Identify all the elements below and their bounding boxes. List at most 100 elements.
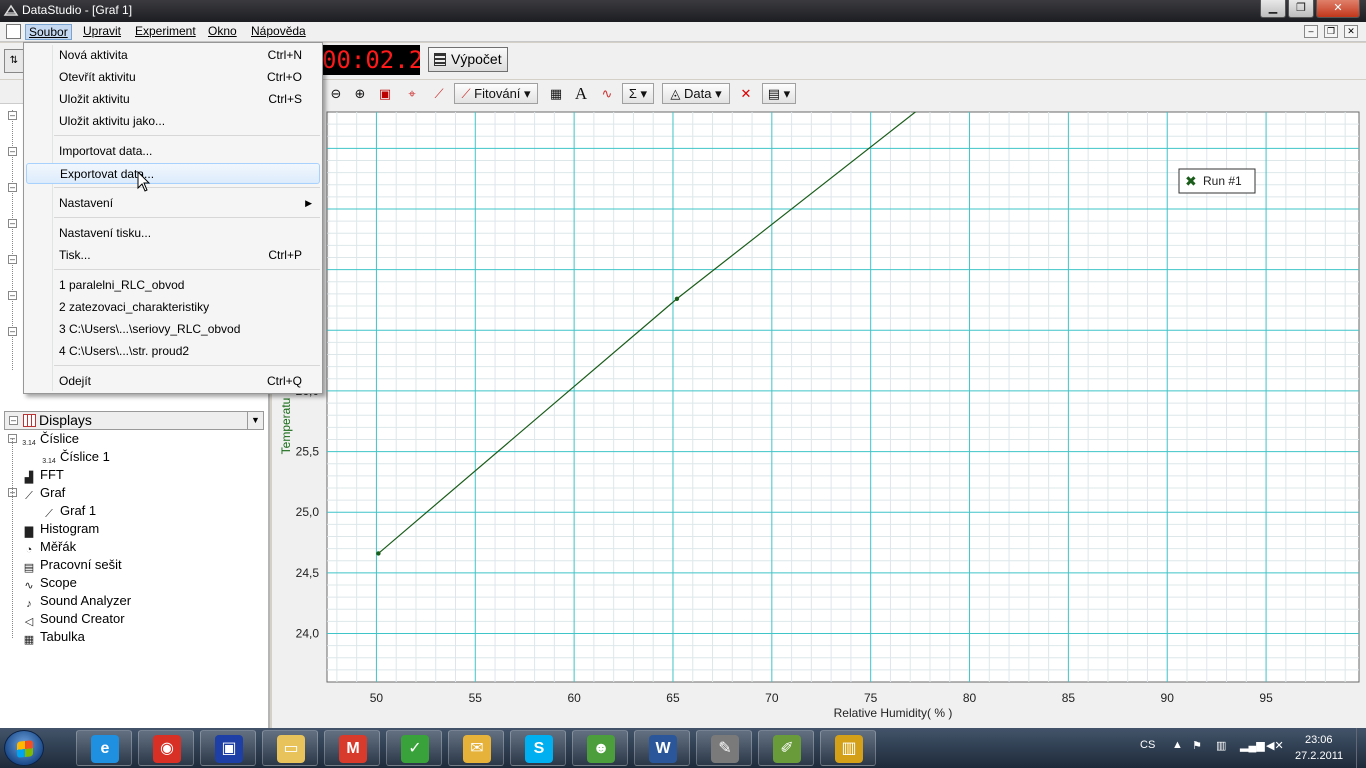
display-item[interactable]: ▟ FFT bbox=[22, 466, 64, 484]
datastudio-app-icon[interactable] bbox=[3, 3, 19, 19]
taskbar-app[interactable]: ✐ bbox=[758, 730, 814, 766]
menu-napoveda[interactable]: Nápověda bbox=[248, 24, 309, 40]
display-item[interactable]: ▇ Histogram bbox=[22, 520, 99, 538]
display-item[interactable]: 3.14 Číslice 1 bbox=[42, 448, 110, 465]
display-item[interactable]: ▤ Pracovní sešit bbox=[22, 556, 122, 574]
close-button[interactable]: ✕ bbox=[1316, 0, 1360, 18]
network-icon[interactable]: ▂▄▆ bbox=[1240, 739, 1265, 752]
display-item[interactable]: ∿ Scope bbox=[22, 574, 76, 592]
display-item[interactable]: 3.14 Číslice bbox=[22, 430, 79, 447]
file-menu-item[interactable]: 1 paralelni_RLC_obvod bbox=[26, 275, 320, 296]
zoom-select-icon[interactable]: ⊕ bbox=[350, 83, 370, 104]
start-button[interactable] bbox=[4, 730, 44, 766]
display-item[interactable]: ⟋ Graf 1 bbox=[42, 502, 96, 520]
table-icon: ▦ bbox=[23, 634, 35, 646]
timer-display: 00:02.2 bbox=[322, 45, 420, 75]
taskbar-app[interactable]: ◉ bbox=[138, 730, 194, 766]
taskbar-app[interactable]: M bbox=[324, 730, 380, 766]
display-item[interactable]: ♪ Sound Analyzer bbox=[22, 592, 131, 610]
x-tick-label: 70 bbox=[765, 691, 779, 705]
smart-tool-icon[interactable]: ⌖ bbox=[402, 83, 422, 104]
display-item[interactable]: ◁ Sound Creator bbox=[22, 610, 125, 628]
file-menu-item[interactable]: Uložit aktivitu Ctrl+S bbox=[26, 89, 320, 110]
file-menu-item[interactable]: Odejít Ctrl+Q bbox=[26, 371, 320, 392]
data-dropdown[interactable]: ◬ Data ▾ bbox=[662, 83, 730, 104]
file-menu-item[interactable]: 4 C:\Users\...\str. proud2 bbox=[26, 341, 320, 362]
displays-expander[interactable]: – bbox=[9, 416, 18, 425]
data-tree-expander[interactable]: – bbox=[8, 255, 17, 264]
data-tree-expander[interactable]: – bbox=[8, 219, 17, 228]
show-hidden-icons-icon[interactable]: ▲ bbox=[1172, 739, 1183, 751]
file-menu-item[interactable]: Importovat data... bbox=[26, 141, 320, 162]
volume-muted-icon[interactable]: ◀✕ bbox=[1266, 739, 1284, 752]
action-center-flag-icon[interactable]: ⚑ bbox=[1192, 739, 1202, 752]
file-menu-item[interactable]: Tisk... Ctrl+P bbox=[26, 245, 320, 266]
taskbar-app[interactable]: ▣ bbox=[200, 730, 256, 766]
taskbar-app[interactable]: ✉ bbox=[448, 730, 504, 766]
clock-time[interactable]: 23:06 bbox=[1305, 734, 1333, 746]
calculator-icon[interactable]: ▦ bbox=[546, 83, 566, 104]
setup-button[interactable]: ⇅ bbox=[4, 49, 24, 73]
zoom-out-icon[interactable]: ⊖ bbox=[326, 83, 346, 104]
display-item[interactable]: ◔ Měřák bbox=[22, 538, 76, 556]
menu-soubor[interactable]: Soubor bbox=[25, 24, 72, 40]
menu-okno[interactable]: Okno bbox=[205, 24, 240, 40]
remove-icon[interactable]: ✕ bbox=[736, 83, 756, 104]
file-menu-item[interactable]: Nastavení ▶ bbox=[26, 193, 320, 214]
file-menu-item[interactable]: Nová aktivita Ctrl+N bbox=[26, 45, 320, 66]
data-point[interactable] bbox=[376, 551, 381, 556]
file-menu-item[interactable]: Exportovat data... bbox=[26, 163, 320, 184]
menu-separator bbox=[54, 365, 320, 366]
calculate-button[interactable]: Výpočet bbox=[428, 47, 508, 72]
taskbar-app[interactable]: ▭ bbox=[262, 730, 318, 766]
child-restore-button[interactable]: ❐ bbox=[1324, 25, 1338, 38]
taskbar-app[interactable]: ✓ bbox=[386, 730, 442, 766]
taskbar-app[interactable]: S bbox=[510, 730, 566, 766]
file-menu-item-label: Otevřít aktivitu bbox=[59, 70, 136, 84]
calculate-button-label: Výpočet bbox=[451, 51, 502, 67]
file-menu-item[interactable]: 3 C:\Users\...\seriovy_RLC_obvod bbox=[26, 319, 320, 340]
file-menu-item[interactable]: Otevřít aktivitu Ctrl+O bbox=[26, 67, 320, 88]
document-menu-icon[interactable] bbox=[6, 24, 21, 39]
display-item[interactable]: ⟋ Graf bbox=[22, 484, 65, 502]
menu-upravit[interactable]: Upravit bbox=[80, 24, 124, 40]
displays-dropdown-button[interactable]: ▼ bbox=[247, 412, 263, 429]
data-tree-expander[interactable]: – bbox=[8, 111, 17, 120]
lock-icon[interactable]: ▣ bbox=[374, 83, 396, 104]
child-minimize-button[interactable]: – bbox=[1304, 25, 1318, 38]
taskbar-app[interactable]: ▥ bbox=[820, 730, 876, 766]
taskbar-app[interactable]: ☻ bbox=[572, 730, 628, 766]
file-menu-item[interactable]: Nastavení tisku... bbox=[26, 223, 320, 244]
taskbar-app[interactable]: e bbox=[76, 730, 132, 766]
menu-experiment[interactable]: Experiment bbox=[132, 24, 199, 40]
statistics-dropdown[interactable]: Σ ▾ bbox=[622, 83, 654, 104]
annotation-icon[interactable]: A bbox=[570, 83, 592, 104]
graph-settings-dropdown[interactable]: ▤ ▾ bbox=[762, 83, 796, 104]
humidity-temperature-chart[interactable]: 5055606570758085909524,024,525,025,526,0… bbox=[272, 106, 1366, 728]
clock-date[interactable]: 27.2.2011 bbox=[1295, 750, 1343, 762]
display-item[interactable]: ▦ Tabulka bbox=[22, 628, 85, 646]
fit-dropdown[interactable]: ⟋ Fitování ▾ bbox=[454, 83, 538, 104]
slope-tool-icon[interactable]: ⟋ bbox=[428, 83, 450, 104]
file-menu-item[interactable]: 2 zatezovaci_charakteristiky bbox=[26, 297, 320, 318]
data-tree-expander[interactable]: – bbox=[8, 147, 17, 156]
data-tree-expander[interactable]: – bbox=[8, 291, 17, 300]
data-tree-expander[interactable]: – bbox=[8, 183, 17, 192]
taskbar-app[interactable]: ✎ bbox=[696, 730, 752, 766]
displays-header[interactable]: – Displays ▼ bbox=[4, 411, 264, 430]
menu-separator bbox=[54, 187, 320, 188]
taskbar-app[interactable]: W bbox=[634, 730, 690, 766]
file-menu-item[interactable]: Uložit aktivitu jako... bbox=[26, 111, 320, 132]
plot-area[interactable] bbox=[326, 111, 1360, 683]
file-menu-item-label: Odejít bbox=[59, 374, 92, 388]
data-tree-expander[interactable]: – bbox=[8, 327, 17, 336]
x-tick-label: 55 bbox=[469, 691, 483, 705]
show-desktop-button[interactable] bbox=[1356, 728, 1366, 768]
devices-icon[interactable]: ▥ bbox=[1216, 739, 1226, 752]
minimize-button[interactable]: ▁ bbox=[1260, 0, 1286, 18]
child-close-button[interactable]: ✕ bbox=[1344, 25, 1358, 38]
data-point[interactable] bbox=[674, 296, 680, 301]
language-indicator[interactable]: CS bbox=[1140, 739, 1155, 751]
maximize-button[interactable]: ❐ bbox=[1288, 0, 1314, 18]
prediction-icon[interactable]: ∿ bbox=[596, 83, 618, 104]
